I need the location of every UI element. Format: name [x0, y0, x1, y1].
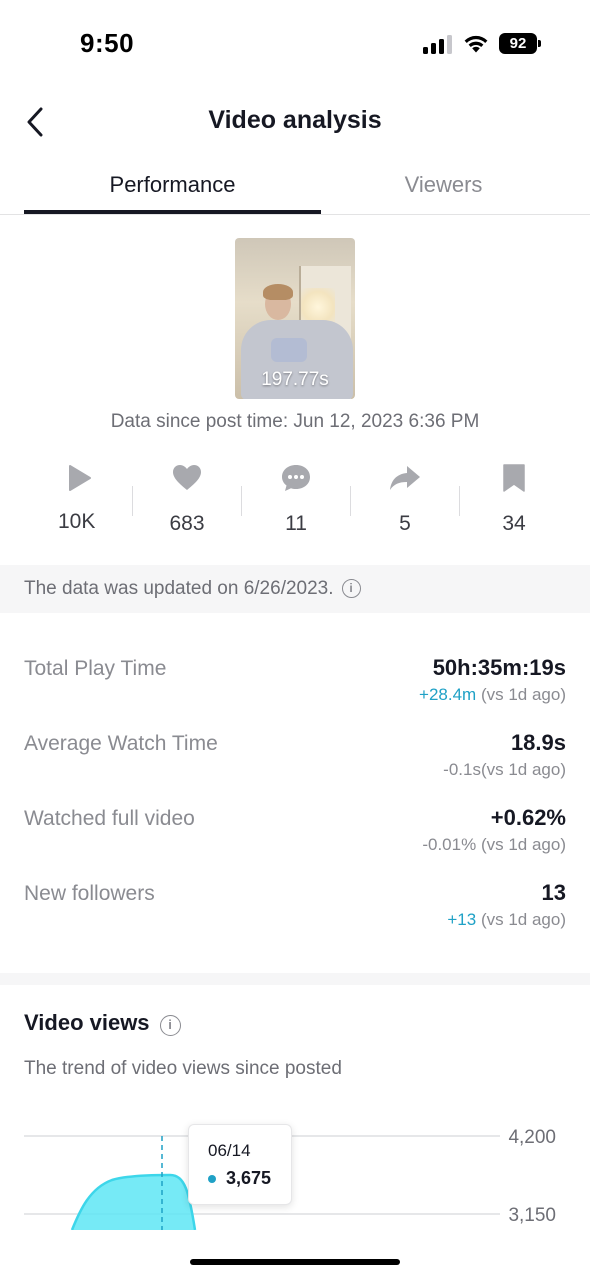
- comment-icon: [282, 465, 310, 491]
- metric-label: Total Play Time: [24, 657, 167, 680]
- post-time: Data since post time: Jun 12, 2023 6:36 …: [110, 411, 480, 432]
- y-tick-label: 4,200: [508, 1127, 556, 1148]
- tab-viewers[interactable]: Viewers: [297, 172, 590, 198]
- video-views-title: Video views: [24, 1010, 150, 1035]
- stat-saves-value: 34: [502, 512, 526, 535]
- data-updated-banner: The data was updated on 6/26/2023. i: [0, 565, 590, 613]
- video-duration: 197.77s: [261, 369, 329, 390]
- metric-new-followers: New followers 13 +13 (vs 1d ago): [24, 880, 566, 940]
- stat-saves: 34: [460, 458, 568, 548]
- status-bar: 9:50 92: [0, 0, 590, 90]
- share-icon: [390, 466, 420, 490]
- metric-label: Watched full video: [24, 807, 195, 830]
- tooltip-value: 3,675: [226, 1168, 272, 1188]
- metric-change: +28.4m (vs 1d ago): [419, 685, 566, 705]
- bookmark-icon: [503, 464, 525, 492]
- stat-comments: 11: [242, 458, 350, 548]
- metric-value: +0.62%: [490, 805, 566, 830]
- section-divider: [0, 973, 590, 985]
- metric-delta: -0.1s: [443, 760, 481, 779]
- metric-delta: +13: [447, 910, 477, 929]
- metric-value: 50h:35m:19s: [432, 655, 566, 680]
- video-views-chart[interactable]: 4,200 3,150: [0, 1100, 590, 1230]
- info-icon[interactable]: i: [341, 579, 361, 598]
- metric-delta: -0.01%: [422, 835, 477, 854]
- battery-icon: 92: [499, 33, 541, 54]
- stat-likes-value: 683: [169, 512, 205, 535]
- stat-likes: 683: [133, 458, 241, 548]
- metric-change: +13 (vs 1d ago): [447, 910, 566, 930]
- metric-average-watch-time: Average Watch Time 18.9s -0.1s(vs 1d ago…: [24, 730, 566, 790]
- metric-comparison: (vs 1d ago): [480, 760, 566, 779]
- chart-tooltip: 06/14 3,675: [188, 1124, 292, 1205]
- metric-watched-full-video: Watched full video +0.62% -0.01% (vs 1d …: [24, 805, 566, 865]
- metric-comparison: (vs 1d ago): [480, 685, 566, 704]
- wifi-icon: [464, 35, 488, 53]
- metric-label: New followers: [24, 882, 155, 905]
- metric-value: 18.9s: [510, 730, 566, 755]
- status-time: 9:50: [80, 28, 135, 58]
- y-tick-label: 3,150: [508, 1205, 556, 1226]
- tooltip-date: 06/14: [208, 1141, 251, 1160]
- heart-icon: [173, 465, 201, 490]
- battery-level: 92: [499, 33, 537, 54]
- metric-total-play-time: Total Play Time 50h:35m:19s +28.4m (vs 1…: [24, 655, 566, 715]
- active-tab-indicator: [24, 210, 321, 214]
- stat-shares-value: 5: [399, 512, 411, 535]
- data-updated-text: The data was updated on 6/26/2023.: [24, 578, 334, 599]
- tab-performance[interactable]: Performance: [24, 172, 321, 198]
- metric-label: Average Watch Time: [24, 732, 218, 755]
- metric-comparison: (vs 1d ago): [480, 910, 566, 929]
- views-area: [72, 1175, 195, 1230]
- tooltip-marker: [208, 1175, 216, 1183]
- page-title: Video analysis: [208, 106, 382, 134]
- metric-delta: +28.4m: [419, 685, 477, 704]
- engagement-stats: 10K 683 11 5 34: [24, 458, 566, 548]
- stat-shares: 5: [351, 458, 459, 548]
- video-thumbnail[interactable]: 197.77s: [235, 238, 355, 399]
- stat-comments-value: 11: [285, 512, 307, 535]
- metric-comparison: (vs 1d ago): [480, 835, 566, 854]
- stat-views-value: 10K: [58, 510, 96, 533]
- info-icon[interactable]: i: [159, 1015, 181, 1036]
- play-icon: [69, 465, 91, 491]
- cellular-signal-icon: [423, 34, 453, 54]
- video-views-subtitle: The trend of video views since posted: [24, 1058, 342, 1079]
- tab-bar: Performance Viewers: [0, 160, 590, 215]
- home-indicator[interactable]: [190, 1259, 400, 1265]
- metric-value: 13: [541, 880, 566, 905]
- metric-change: -0.1s(vs 1d ago): [443, 760, 566, 780]
- stat-views: 10K: [24, 458, 132, 548]
- metric-change: -0.01% (vs 1d ago): [422, 835, 566, 855]
